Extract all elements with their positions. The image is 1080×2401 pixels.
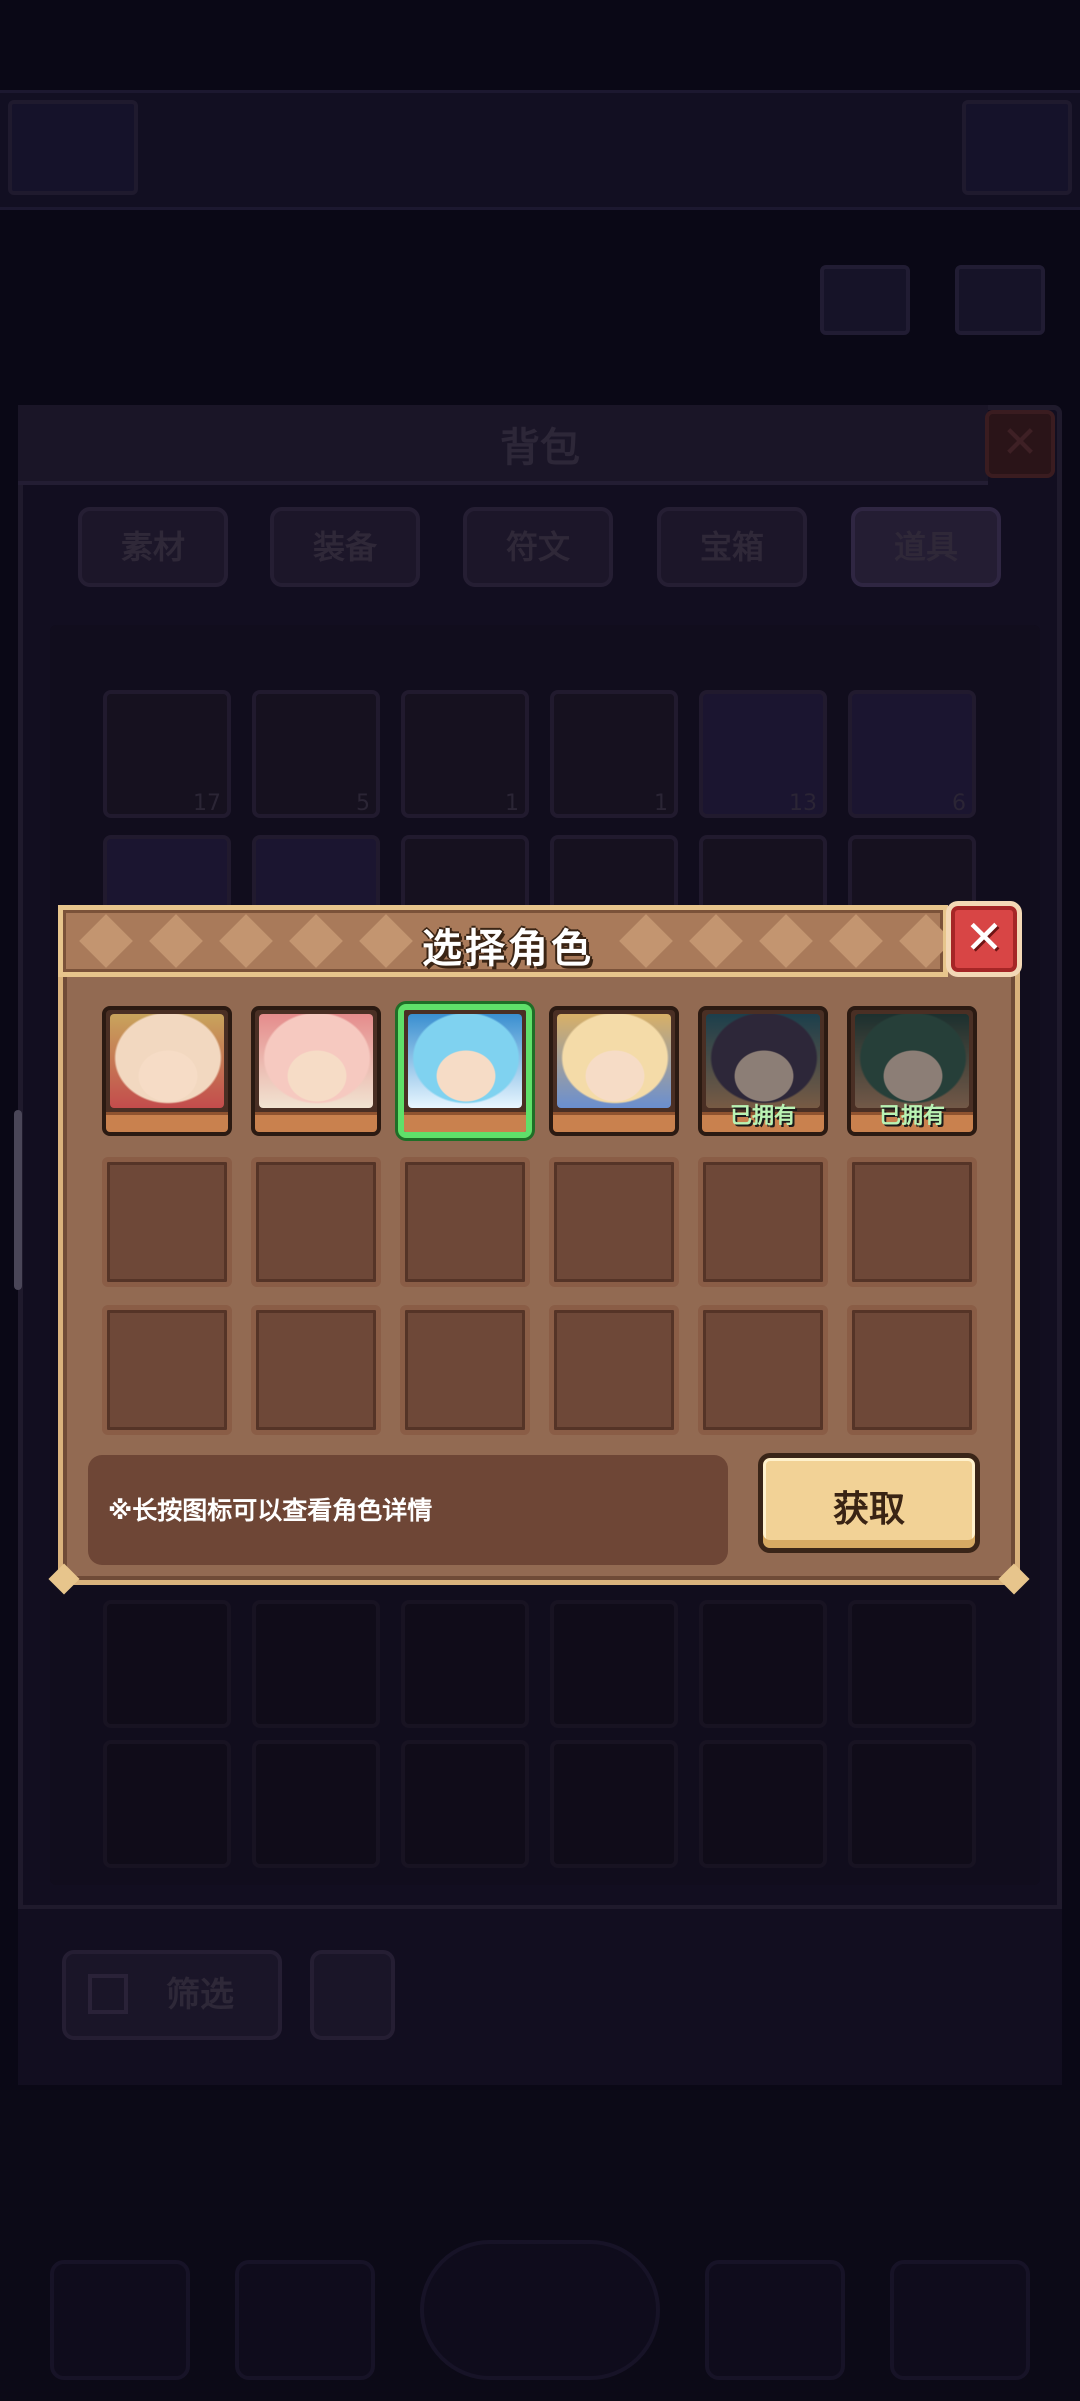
dialog-title: 选择角色 xyxy=(422,926,594,972)
bag-item xyxy=(401,1600,529,1728)
slot-base xyxy=(106,1112,228,1132)
bag-title: 背包 xyxy=(500,425,580,471)
close-icon: ✕ xyxy=(964,910,1004,964)
bag-item xyxy=(848,1600,976,1728)
bag-item xyxy=(848,1740,976,1868)
character-portrait xyxy=(110,1014,224,1108)
bag-tab-materials: 素材 xyxy=(78,507,228,587)
grid-icon xyxy=(88,1974,128,2014)
bag-item: 13 xyxy=(699,690,827,818)
get-button-label: 获取 xyxy=(832,1489,905,1530)
bag-item: 17 xyxy=(103,690,231,818)
bag-item: 1 xyxy=(550,690,678,818)
slot-base xyxy=(255,1112,377,1132)
nav-button xyxy=(705,2260,845,2380)
character-slot[interactable]: 已拥有 xyxy=(847,1006,977,1136)
bag-item xyxy=(401,1740,529,1868)
bag-item: 6 xyxy=(848,690,976,818)
character-portrait xyxy=(259,1014,373,1108)
close-button[interactable]: ✕ xyxy=(946,901,1022,977)
top-resource-bar xyxy=(0,90,1080,210)
empty-character-slot xyxy=(698,1157,828,1287)
nav-button-main xyxy=(420,2240,660,2380)
character-slot[interactable] xyxy=(102,1006,232,1136)
empty-character-slot xyxy=(251,1157,381,1287)
bag-tab-equipment: 装备 xyxy=(270,507,420,587)
settings-gear-icon xyxy=(962,100,1072,195)
character-slot[interactable]: 已拥有 xyxy=(698,1006,828,1136)
character-portrait xyxy=(408,1014,522,1108)
owned-label: 已拥有 xyxy=(729,1104,796,1129)
select-character-dialog: 选择角色 ✕ 已拥有 已拥有 ※长按图标可以查看角色详情 获取 xyxy=(48,901,1030,1595)
mail-button xyxy=(820,265,910,335)
filter-label: 筛选 xyxy=(166,1975,234,2015)
slot-base xyxy=(404,1112,526,1132)
empty-character-slot xyxy=(251,1305,381,1435)
nav-button xyxy=(50,2260,190,2380)
bag-item: 1 xyxy=(401,690,529,818)
empty-character-slot xyxy=(847,1305,977,1435)
bag-item xyxy=(252,1600,380,1728)
bag-close-icon: ✕ xyxy=(985,410,1055,478)
empty-character-slot xyxy=(698,1305,828,1435)
bag-tab-items: 道具 xyxy=(851,507,1001,587)
empty-character-slot xyxy=(847,1157,977,1287)
filter-button: 筛选 xyxy=(62,1950,282,2040)
bag-tab-runes: 符文 xyxy=(463,507,613,587)
scroll-indicator[interactable] xyxy=(14,1110,22,1290)
character-slot[interactable] xyxy=(251,1006,381,1136)
bag-item: 5 xyxy=(252,690,380,818)
hint-text: ※长按图标可以查看角色详情 xyxy=(108,1496,433,1525)
empty-character-slot xyxy=(549,1157,679,1287)
character-slot[interactable] xyxy=(549,1006,679,1136)
hint-box: ※长按图标可以查看角色详情 xyxy=(88,1455,728,1565)
get-button[interactable]: 获取 xyxy=(758,1453,980,1553)
empty-character-slot xyxy=(102,1157,232,1287)
dialog-header: 选择角色 xyxy=(58,905,948,977)
gift-button xyxy=(955,265,1045,335)
owned-label: 已拥有 xyxy=(878,1104,945,1129)
nav-button xyxy=(890,2260,1030,2380)
slot-base xyxy=(553,1112,675,1132)
empty-character-slot xyxy=(400,1305,530,1435)
character-portrait xyxy=(557,1014,671,1108)
character-slot[interactable] xyxy=(398,1004,532,1138)
bag-item xyxy=(252,1740,380,1868)
bag-item xyxy=(699,1600,827,1728)
empty-character-slot xyxy=(102,1305,232,1435)
sort-button xyxy=(310,1950,395,2040)
nav-button xyxy=(235,2260,375,2380)
bag-item xyxy=(550,1600,678,1728)
bag-item xyxy=(103,1740,231,1868)
character-portrait xyxy=(855,1014,969,1108)
player-avatar xyxy=(8,100,138,195)
character-portrait xyxy=(706,1014,820,1108)
bag-item xyxy=(550,1740,678,1868)
empty-character-slot xyxy=(549,1305,679,1435)
empty-character-slot xyxy=(400,1157,530,1287)
bag-tab-chests: 宝箱 xyxy=(657,507,807,587)
bag-item xyxy=(103,1600,231,1728)
bag-item xyxy=(699,1740,827,1868)
